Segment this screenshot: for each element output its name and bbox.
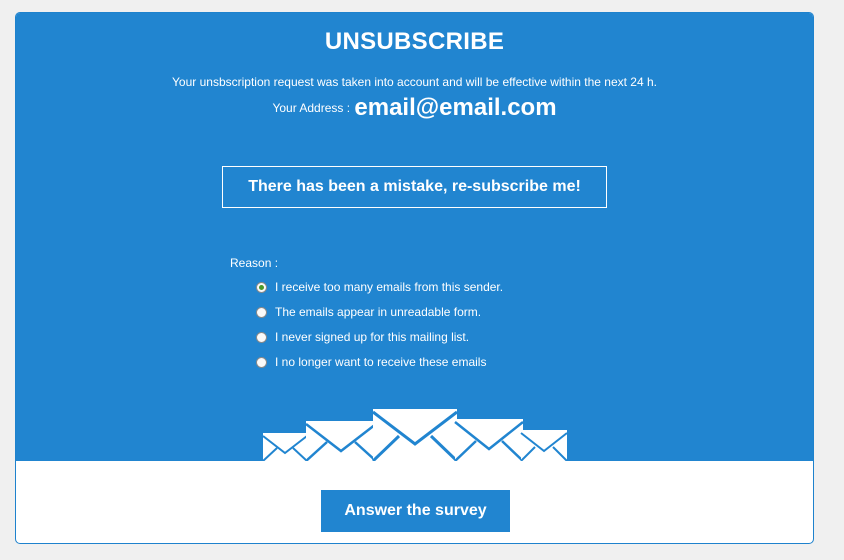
unsubscribe-card: UNSUBSCRIBE Your unsbscription request w… [15, 12, 814, 544]
radio-button[interactable] [256, 331, 267, 343]
email-address: email@email.com [354, 94, 557, 121]
envelope-icon [263, 433, 308, 461]
radio-button[interactable] [256, 356, 267, 368]
envelope-icon [520, 430, 568, 461]
reason-option-no-longer-want[interactable]: I no longer want to receive these emails [256, 355, 486, 369]
blue-panel: UNSUBSCRIBE Your unsbscription request w… [16, 13, 813, 461]
reason-option-label: I never signed up for this mailing list. [275, 330, 470, 344]
envelope-icon [371, 409, 459, 461]
envelope-icon [454, 419, 524, 461]
reason-option-never-signed-up[interactable]: I never signed up for this mailing list. [256, 330, 469, 344]
reason-option-too-many[interactable]: I receive too many emails from this send… [256, 280, 503, 294]
reason-option-label: I receive too many emails from this send… [275, 280, 504, 294]
radio-button-checked[interactable] [256, 281, 267, 293]
address-line: Your Address : email@email.com [16, 94, 813, 122]
radio-button[interactable] [256, 306, 267, 318]
reason-label: Reason : [230, 256, 279, 270]
page-title: UNSUBSCRIBE [324, 28, 505, 55]
reason-option-unreadable[interactable]: The emails appear in unreadable form. [256, 305, 481, 319]
envelopes-illustration [263, 409, 568, 461]
address-label: Your Address : [272, 101, 351, 115]
resubscribe-button[interactable]: There has been a mistake, re-subscribe m… [222, 166, 607, 208]
envelope-icon [305, 421, 377, 461]
answer-survey-button[interactable]: Answer the survey [321, 490, 510, 532]
reason-option-label: I no longer want to receive these emails [275, 355, 487, 369]
confirmation-text: Your unsbscription request was taken int… [172, 75, 657, 89]
reason-option-label: The emails appear in unreadable form. [275, 305, 482, 319]
